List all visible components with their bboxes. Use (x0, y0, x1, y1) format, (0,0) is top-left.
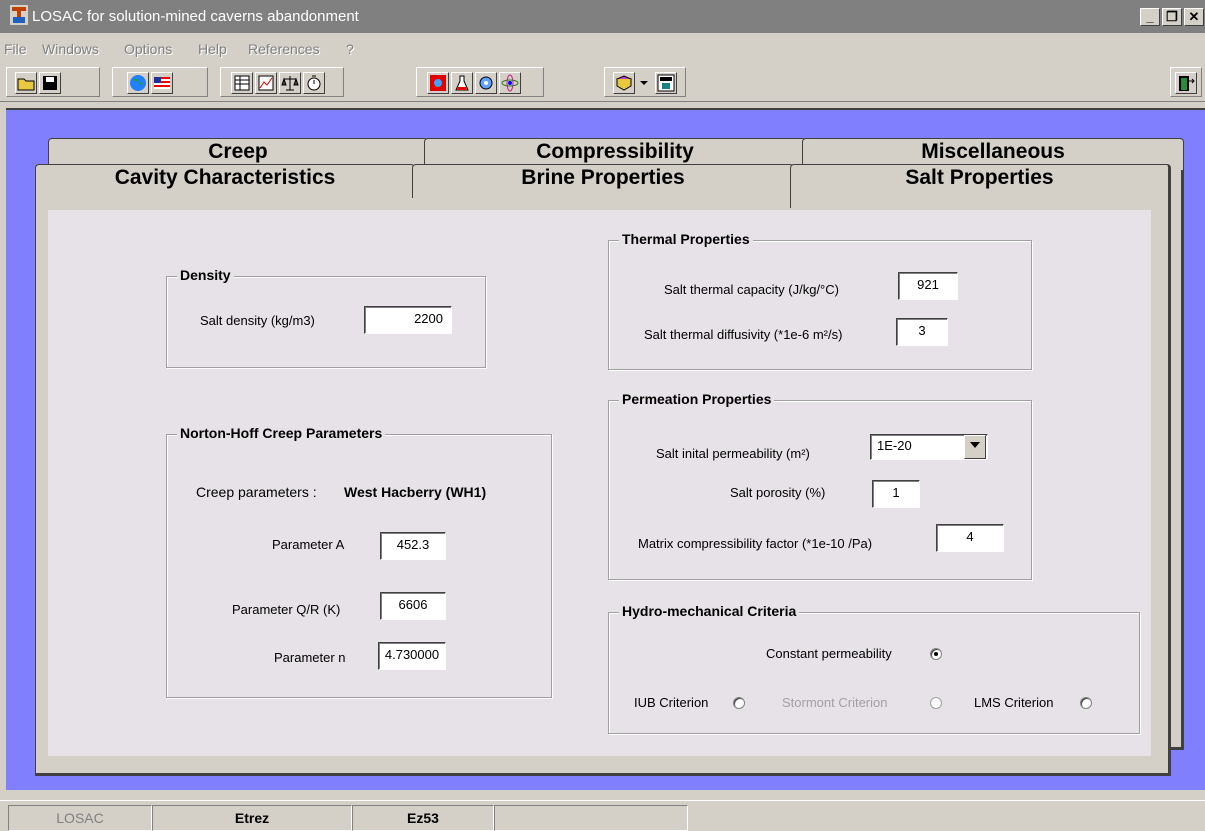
parameter-qr-field[interactable]: 6606 (380, 592, 446, 620)
stopwatch-icon[interactable] (303, 72, 325, 94)
salt-density-field[interactable]: 2200 (364, 306, 452, 334)
creep-parameters-label: Creep parameters : (196, 484, 317, 500)
tab-salt-properties[interactable]: Salt Properties (790, 164, 1171, 208)
parameter-qr-label: Parameter Q/R (K) (232, 602, 341, 617)
toolbar-group-view (112, 67, 208, 97)
table-icon[interactable] (231, 72, 253, 94)
menu-bar: File Windows Options Help References ? (0, 34, 1205, 62)
iub-criterion-label: IUB Criterion (634, 695, 709, 710)
parameter-n-field[interactable]: 4.730000 (378, 642, 446, 670)
globe-icon[interactable] (127, 72, 149, 94)
gear-icon[interactable] (475, 72, 497, 94)
menu-windows[interactable]: Windows (42, 41, 99, 57)
exit-door-icon[interactable] (1175, 72, 1197, 94)
minimize-button[interactable]: _ (1140, 8, 1160, 26)
toolbar-group-compute (416, 67, 544, 97)
geostock-icon[interactable] (655, 72, 677, 94)
window-title: LOSAC for solution-mined caverns abandon… (32, 8, 359, 25)
menu-question[interactable]: ? (346, 41, 354, 57)
density-legend: Density (177, 267, 234, 283)
hydro-mechanical-legend: Hydro-mechanical Criteria (619, 603, 800, 619)
thermal-capacity-field[interactable]: 921 (898, 272, 958, 300)
atom-icon[interactable] (499, 72, 521, 94)
salt-density-label: Salt density (kg/m3) (200, 313, 315, 328)
lms-criterion-radio[interactable] (1080, 697, 1092, 709)
status-app: LOSAC (8, 805, 152, 831)
save-disk-icon[interactable] (39, 72, 61, 94)
norton-hoff-group: Norton-Hoff Creep Parameters (166, 425, 552, 698)
permeation-legend: Permeation Properties (619, 391, 775, 407)
title-bar: LOSAC for solution-mined caverns abandon… (0, 0, 1205, 33)
stormont-criterion-label: Stormont Criterion (782, 695, 888, 710)
constant-permeability-label: Constant permeability (766, 646, 892, 661)
lms-criterion-label: LMS Criterion (974, 695, 1054, 710)
toolbar-group-help (604, 67, 686, 97)
us-flag-icon[interactable] (151, 72, 173, 94)
salt-permeability-label: Salt inital permeability (m²) (656, 446, 810, 461)
restore-button[interactable]: ❐ (1162, 8, 1182, 26)
chart-icon[interactable] (255, 72, 277, 94)
open-folder-icon[interactable] (15, 72, 37, 94)
matrix-compressibility-field[interactable]: 4 (936, 524, 1004, 552)
norton-hoff-legend: Norton-Hoff Creep Parameters (177, 425, 386, 441)
creep-parameters-value: West Hacberry (WH1) (344, 484, 487, 500)
toolbar-group-exit (1170, 67, 1202, 97)
chevron-down-icon[interactable] (964, 435, 986, 459)
close-button[interactable]: ✕ (1184, 8, 1204, 26)
menu-file[interactable]: File (4, 41, 27, 57)
toolbar-group-file (6, 67, 100, 97)
menu-options[interactable]: Options (124, 41, 172, 57)
menu-references[interactable]: References (248, 41, 320, 57)
thermal-legend: Thermal Properties (619, 231, 753, 247)
red-square-icon[interactable] (427, 72, 449, 94)
book-icon[interactable] (613, 72, 635, 94)
status-bar: LOSAC Etrez Ez53 (0, 800, 1205, 831)
app-icon (10, 5, 28, 25)
dropdown-arrow-icon[interactable] (637, 72, 651, 94)
iub-criterion-radio[interactable] (733, 697, 745, 709)
thermal-group: Thermal Properties (608, 231, 1032, 370)
status-site: Etrez (152, 805, 352, 831)
parameter-n-label: Parameter n (274, 650, 346, 665)
status-extra (494, 805, 688, 831)
thermal-capacity-label: Salt thermal capacity (J/kg/°C) (664, 282, 839, 297)
toolbar-group-tools (220, 67, 344, 97)
thermal-diffusivity-field[interactable]: 3 (896, 318, 948, 346)
parameter-a-label: Parameter A (272, 537, 345, 552)
stormont-criterion-radio (930, 697, 942, 709)
salt-porosity-label: Salt porosity (%) (730, 485, 826, 500)
thermal-diffusivity-label: Salt thermal diffusivity (*1e-6 m²/s) (644, 327, 843, 342)
status-cavern: Ez53 (352, 805, 494, 831)
tab-cavity-characteristics[interactable]: Cavity Characteristics (35, 164, 415, 198)
salt-porosity-field[interactable]: 1 (872, 480, 920, 508)
toolbar (0, 62, 1205, 102)
scales-icon[interactable] (279, 72, 301, 94)
constant-permeability-radio[interactable] (930, 648, 942, 660)
menu-help[interactable]: Help (198, 41, 227, 57)
hydro-mechanical-group: Hydro-mechanical Criteria (608, 603, 1140, 734)
matrix-compressibility-label: Matrix compressibility factor (*1e-10 /P… (638, 536, 873, 551)
flask-icon[interactable] (451, 72, 473, 94)
tab-brine-properties[interactable]: Brine Properties (412, 164, 794, 198)
parameter-a-field[interactable]: 452.3 (380, 532, 446, 560)
